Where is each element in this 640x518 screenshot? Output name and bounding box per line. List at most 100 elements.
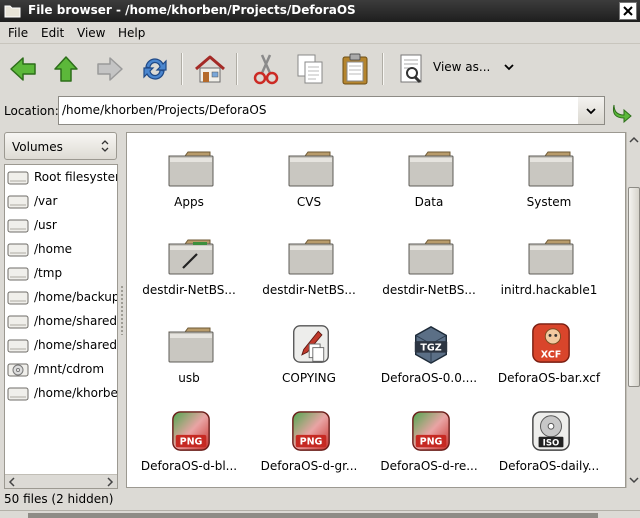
png-image-icon: PNG	[167, 409, 215, 455]
forward-arrow-icon	[97, 57, 123, 81]
disc-image-icon: ISO	[527, 409, 575, 455]
menu-help[interactable]: Help	[118, 26, 145, 40]
file-item[interactable]: initrd.hackable1	[489, 223, 609, 311]
location-dropdown-button[interactable]	[578, 96, 605, 125]
title-bar: File browser - /home/khorben/Projects/De…	[0, 0, 640, 22]
window-title: File browser - /home/khorben/Projects/De…	[28, 3, 356, 17]
file-item[interactable]: Apps	[129, 135, 249, 223]
menu-edit[interactable]: Edit	[41, 26, 64, 40]
close-window-icon[interactable]	[619, 2, 637, 20]
file-name: DeforaOS-bar.xcf	[497, 371, 601, 385]
volumes-selector[interactable]: Volumes	[4, 132, 117, 160]
scroll-down-icon[interactable]	[629, 475, 639, 485]
volume-label: /home/shared	[34, 314, 117, 328]
file-name: destdir-NetBS...	[142, 283, 236, 297]
file-name: DeforaOS-daily...	[498, 459, 600, 473]
drive-icon	[7, 169, 29, 187]
file-item[interactable]: PNG DeforaOS-d-gr...	[249, 399, 369, 487]
volume-item[interactable]: /mnt/cdrom	[5, 358, 117, 382]
refresh-button[interactable]	[137, 51, 173, 87]
properties-button[interactable]	[393, 51, 429, 87]
chevron-down-icon[interactable]	[503, 62, 515, 72]
location-bar: Location:	[0, 94, 640, 128]
file-name: Data	[414, 195, 444, 209]
view-as-button[interactable]: View as...	[433, 60, 490, 74]
vertical-scrollbar[interactable]	[626, 132, 640, 488]
svg-text:PNG: PNG	[300, 436, 323, 447]
folder-icon	[167, 321, 215, 367]
location-entry[interactable]	[58, 96, 579, 125]
window-bottom-frame	[0, 510, 640, 518]
file-item[interactable]: usb	[129, 311, 249, 399]
file-item[interactable]: COPYING	[249, 311, 369, 399]
volume-label: /mnt/cdrom	[34, 362, 105, 376]
file-item[interactable]: TGZ DeforaOS-0.0....	[369, 311, 489, 399]
file-item[interactable]: destdir-NetBS...	[129, 223, 249, 311]
file-name: System	[526, 195, 572, 209]
up-button[interactable]	[48, 51, 84, 87]
drive-icon	[7, 289, 29, 307]
volume-label: /home/khorben	[34, 386, 118, 400]
paste-button[interactable]	[337, 51, 373, 87]
home-button[interactable]	[192, 51, 228, 87]
status-text: 50 files (2 hidden)	[4, 492, 114, 506]
status-bar: 50 files (2 hidden)	[0, 490, 640, 508]
scroll-right-icon[interactable]	[105, 477, 115, 487]
file-item[interactable]: CVS	[249, 135, 369, 223]
file-item[interactable]: Data	[369, 135, 489, 223]
volume-item[interactable]: /home/shared	[5, 310, 117, 334]
scroll-up-icon[interactable]	[629, 135, 639, 145]
volume-item[interactable]: /home/backup	[5, 286, 117, 310]
menu-bar: File Edit View Help	[0, 22, 640, 44]
toolbar-separator	[236, 53, 238, 85]
drive-icon	[7, 265, 29, 283]
file-item[interactable]: destdir-NetBS...	[369, 223, 489, 311]
menu-view[interactable]: View	[77, 26, 105, 40]
scrollbar-thumb[interactable]	[628, 187, 640, 387]
toolbar-separator	[382, 53, 384, 85]
archive-icon: TGZ	[407, 321, 455, 367]
file-item[interactable]: destdir-NetBS...	[249, 223, 369, 311]
volume-item[interactable]: /home/khorben	[5, 382, 118, 406]
drive-icon	[7, 313, 29, 331]
volume-label: Root filesystem	[34, 170, 118, 184]
file-name: destdir-NetBS...	[382, 283, 476, 297]
taskbar-strip	[28, 513, 598, 518]
volume-item[interactable]: /var	[5, 190, 117, 214]
menu-file[interactable]: File	[8, 26, 28, 40]
file-name: CVS	[296, 195, 322, 209]
file-item[interactable]: XCF DeforaOS-bar.xcf	[489, 311, 609, 399]
folder-app-icon	[4, 5, 21, 18]
volume-label: /var	[34, 194, 58, 208]
scroll-left-icon[interactable]	[7, 477, 17, 487]
volume-item[interactable]: Root filesystem	[5, 166, 118, 190]
file-icon-view: Apps CVS Data System destdir-NetBS... destdir…	[126, 132, 626, 488]
volume-item[interactable]: /home	[5, 238, 117, 262]
volume-item[interactable]: /usr	[5, 214, 117, 238]
folder-icon	[167, 145, 215, 191]
volume-item[interactable]: /tmp	[5, 262, 117, 286]
back-button[interactable]	[5, 51, 41, 87]
file-item[interactable]: PNG DeforaOS-d-re...	[369, 399, 489, 487]
pane-resize-handle[interactable]	[120, 285, 124, 335]
file-item[interactable]: PNG DeforaOS-d-bl...	[129, 399, 249, 487]
drive-icon	[7, 241, 29, 259]
folder-icon	[527, 145, 575, 191]
copy-button[interactable]	[292, 51, 328, 87]
home-icon	[195, 55, 225, 83]
sidebar: Volumes Root filesystem/var/usr/home/tmp…	[4, 132, 118, 489]
file-item[interactable]: System	[489, 135, 609, 223]
go-button[interactable]	[608, 97, 636, 125]
forward-button[interactable]	[92, 51, 128, 87]
file-item[interactable]: ISO DeforaOS-daily...	[489, 399, 609, 487]
png-image-icon: PNG	[287, 409, 335, 455]
file-name: DeforaOS-d-bl...	[140, 459, 238, 473]
horizontal-scrollbar[interactable]	[5, 474, 117, 488]
volume-item[interactable]: /home/shared/v	[5, 334, 117, 358]
cut-button[interactable]	[248, 51, 284, 87]
cdrom-icon	[7, 361, 29, 379]
drive-icon	[7, 217, 29, 235]
drive-icon	[7, 337, 29, 355]
updown-arrows-icon	[101, 140, 109, 152]
location-input[interactable]	[62, 103, 572, 117]
